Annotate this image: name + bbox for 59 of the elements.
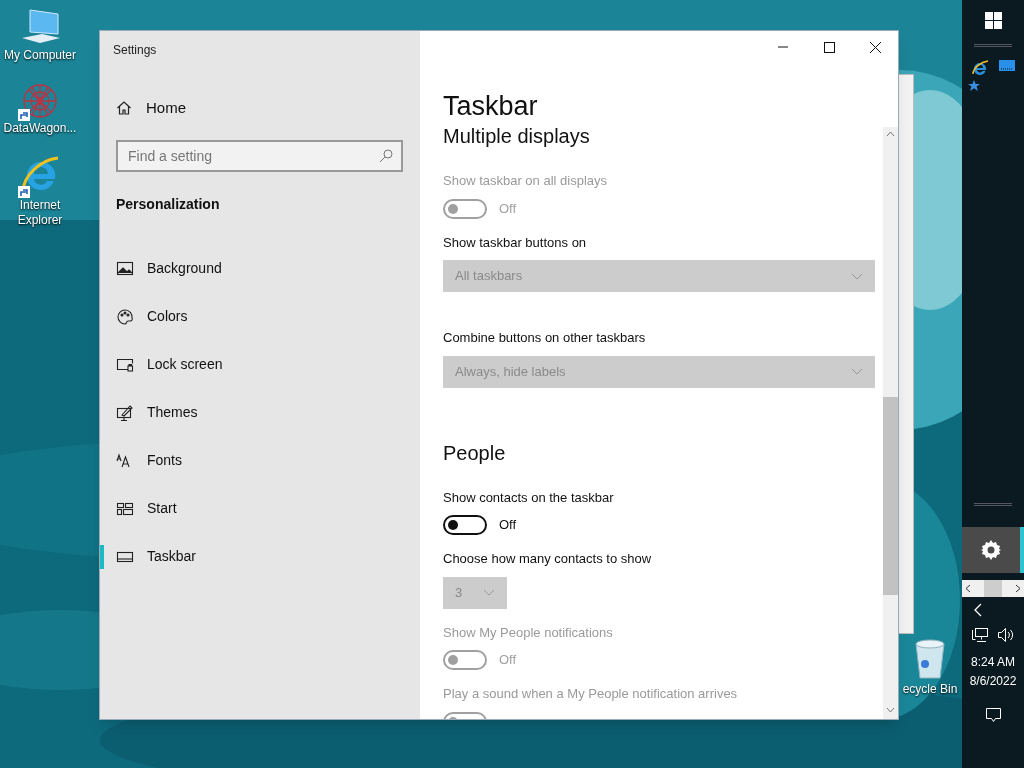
maximize-icon: [823, 41, 835, 53]
toggle-state-label: Off: [499, 651, 517, 670]
scroll-left-icon: [965, 584, 971, 593]
setting-label: Combine buttons on other taskbars: [443, 329, 646, 347]
toggle-state-label: Off: [499, 199, 517, 218]
notifications-icon[interactable]: [984, 707, 1002, 723]
search-field[interactable]: Find a setting: [116, 139, 403, 172]
chevron-down-icon: [851, 368, 863, 375]
setting-label: Show contacts on the taskbar: [443, 488, 614, 507]
nav-item[interactable]: Taskbar: [100, 532, 420, 581]
browser-icon[interactable]: [971, 60, 989, 76]
scroll-up-icon: [886, 131, 895, 137]
setting-label: Choose how many contacts to show: [443, 550, 652, 568]
home-icon: [116, 100, 132, 117]
setting-label: Show taskbar buttons on: [443, 233, 587, 252]
clock-date[interactable]: 8/6/2022: [969, 672, 1017, 690]
recycle-bin-label: ecycle Bin: [902, 681, 958, 698]
nav-item[interactable]: Lock screen: [100, 340, 420, 389]
palette-icon: [116, 307, 134, 326]
network-icon[interactable]: [971, 627, 989, 643]
window-title: Settings: [113, 42, 157, 59]
clock-time[interactable]: 8:24 AM: [971, 653, 1015, 671]
setting-label: Show taskbar on all displays: [443, 172, 608, 190]
home-link[interactable]: Home: [116, 97, 186, 120]
settings-taskbar-button[interactable]: [962, 527, 1024, 573]
star-icon[interactable]: [968, 80, 980, 92]
section-heading: Multiple displays: [443, 124, 591, 149]
close-icon: [869, 41, 881, 53]
scrollbar[interactable]: [883, 127, 898, 719]
themes-icon: [116, 403, 134, 422]
setting-label: Play a sound when a My People notification arrives: [443, 685, 738, 703]
chevron-left-icon[interactable]: [974, 603, 982, 617]
nav-item[interactable]: Colors: [100, 292, 420, 341]
section-heading: People: [443, 440, 507, 466]
toggle-state-label: Off: [499, 516, 517, 535]
scroll-thumb[interactable]: [984, 580, 1002, 597]
start-icon[interactable]: [984, 12, 1002, 29]
nav-item[interactable]: Background: [100, 244, 420, 293]
desktop-icon-label[interactable]: Internet Explorer: [0, 198, 80, 228]
horizontal-scrollbar[interactable]: [962, 580, 1024, 597]
nav-item[interactable]: Start: [100, 484, 420, 533]
desktop-icon-label[interactable]: DataWagon...: [3, 121, 77, 136]
page-title: Taskbar: [443, 90, 538, 123]
section-heading: Personalization: [116, 194, 220, 214]
chevron-down-icon: [851, 272, 863, 280]
settings-icon: [981, 540, 1001, 560]
scroll-thumb[interactable]: [883, 397, 898, 595]
nav-item[interactable]: Fonts: [100, 436, 420, 485]
volume-icon[interactable]: [997, 627, 1015, 643]
desktop-icon-label[interactable]: My Computer: [4, 48, 76, 63]
nav-item[interactable]: Themes: [100, 388, 420, 437]
picture-frame-icon: [116, 259, 134, 278]
toggle-switch[interactable]: [443, 515, 487, 535]
chevron-down-icon: [483, 589, 495, 596]
search-icon: [379, 148, 393, 163]
scroll-down-icon: [886, 707, 895, 713]
setting-label: Show My People notifications: [443, 623, 613, 642]
scroll-right-icon: [1015, 584, 1021, 593]
monitor-icon[interactable]: [999, 60, 1015, 72]
